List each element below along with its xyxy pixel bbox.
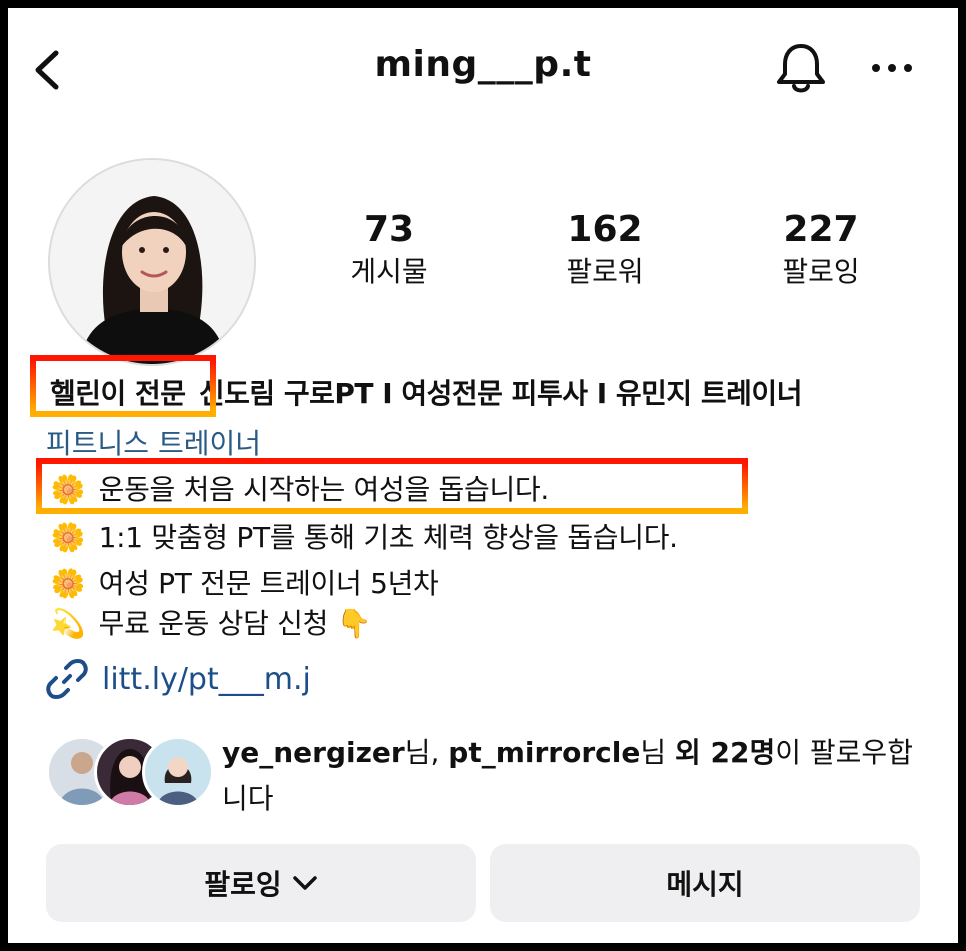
message-button-label: 메시지 [666,868,744,901]
text-fragment: 님 [640,736,676,769]
followers-label: 팔로워 [566,255,644,288]
profile-category: 피트니스 트레이너 [46,427,261,460]
bio-line-4: 💫 무료 운동 상담 신청 👇 [46,602,372,642]
link-icon [46,659,88,699]
posts-label: 게시물 [350,255,428,288]
dizzy-icon: 💫 [50,607,86,640]
followers-count: 162 [567,209,643,250]
link-text: litt.ly/pt___m.j [102,661,311,697]
mutual-user-1: ye_nergizer [222,736,405,769]
chevron-down-icon [292,876,317,890]
stat-followers[interactable]: 162 팔로워 [530,210,680,292]
following-count: 227 [783,209,859,250]
name-rest: 신도림 구로PT I 여성전문 피투사 I 유민지 트레이너 [198,377,803,410]
more-options-icon[interactable] [870,56,914,80]
bio-line-3: 🌼 여성 PT 전문 트레이너 5년차 [46,562,439,602]
highlight-box-name [30,355,216,417]
posts-count: 73 [363,209,415,250]
highlight-box-bio [36,458,748,514]
following-button-label: 팔로잉 [204,868,282,901]
profile-screen: ming___p.t 73 게시물 162 팔로워 227 팔로잉 헬린이 전문… [8,8,958,943]
following-label: 팔로잉 [782,255,860,288]
mutual-user-2: pt_mirrorcle [448,736,641,769]
flower-icon: 🌼 [50,521,86,554]
text-fragment: 님, [404,736,449,769]
mutual-followers-text[interactable]: ye_nergizer님, pt_mirrorcle님 외 22명이 팔로우합니… [222,730,922,822]
stat-following[interactable]: 227 팔로잉 [746,210,896,292]
stat-posts[interactable]: 73 게시물 [314,210,464,292]
profile-link[interactable]: litt.ly/pt___m.j [46,658,311,700]
following-button[interactable]: 팔로잉 [46,844,476,922]
bio-text: 1:1 맞춤형 PT를 통해 기초 체력 향상을 돕습니다. [98,521,678,554]
mutual-others-count: 외 22명 [675,736,776,769]
bio-line-2: 🌼 1:1 맞춤형 PT를 통해 기초 체력 향상을 돕습니다. [46,516,678,556]
flower-icon: 🌼 [50,567,86,600]
bio-text: 무료 운동 상담 신청 👇 [98,607,372,640]
bell-icon[interactable] [774,40,828,96]
avatar [142,736,214,808]
profile-avatar[interactable] [48,158,256,366]
mutual-followers-avatars[interactable] [46,736,214,808]
message-button[interactable]: 메시지 [490,844,920,922]
bio-text: 여성 PT 전문 트레이너 5년차 [98,567,439,600]
